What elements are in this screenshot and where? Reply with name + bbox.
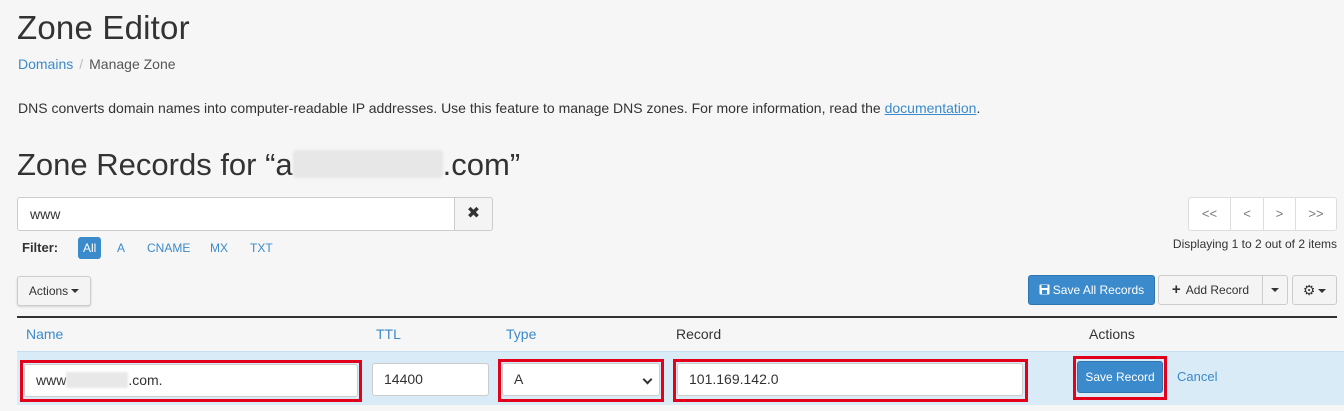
settings-dropdown-button[interactable]: ⚙ (1292, 275, 1337, 305)
breadcrumb-current: Manage Zone (89, 56, 176, 72)
breadcrumb-separator: / (79, 56, 84, 72)
zone-heading-end: .com” (442, 147, 521, 182)
ttl-input[interactable]: 14400 (372, 363, 489, 396)
save-record-button[interactable]: Save Record (1077, 361, 1163, 393)
clear-search-button[interactable]: ✖ (454, 197, 493, 231)
table-header-divider (17, 316, 1337, 318)
first-page-button[interactable]: << (1188, 197, 1231, 231)
save-all-label: Save All Records (1052, 283, 1145, 297)
redacted-domain (292, 150, 443, 178)
next-page-button[interactable]: > (1263, 197, 1296, 231)
record-name-input[interactable]: www .com. (24, 364, 358, 397)
zone-heading-start: Zone Records for “a (17, 147, 293, 182)
record-type-value: A (514, 371, 524, 387)
search-input[interactable]: www (17, 197, 455, 231)
add-record-button[interactable]: + Add Record (1158, 275, 1263, 305)
page-description: DNS converts domain names into computer-… (18, 99, 980, 117)
breadcrumb: Domains / Manage Zone (18, 55, 176, 73)
record-type-select[interactable]: A (502, 363, 660, 396)
zone-records-heading: Zone Records for “a .com” (17, 145, 520, 185)
caret-down-icon (1271, 288, 1279, 292)
filter-all[interactable]: All (78, 237, 102, 259)
column-header-record: Record (676, 326, 722, 342)
column-header-ttl[interactable]: TTL (376, 325, 401, 343)
column-header-actions: Actions (1089, 326, 1135, 342)
column-header-type[interactable]: Type (506, 325, 536, 343)
description-end: . (976, 100, 981, 116)
display-count: Displaying 1 to 2 out of 2 items (1172, 237, 1337, 251)
caret-down-icon (1318, 289, 1327, 293)
page-bottom-edge (0, 405, 1344, 411)
filter-cname[interactable]: CNAME (142, 237, 195, 259)
chevron-down-icon (642, 374, 653, 385)
caret-down-icon (71, 289, 80, 293)
page-title: Zone Editor (17, 9, 190, 46)
redacted-domain (66, 372, 129, 388)
description-text: DNS converts domain names into computer-… (18, 100, 885, 116)
filter-a[interactable]: A (112, 237, 130, 259)
actions-label: Actions (28, 284, 69, 298)
close-icon: ✖ (466, 205, 481, 222)
filter-mx[interactable]: MX (205, 237, 233, 259)
add-record-dropdown-toggle[interactable] (1262, 275, 1288, 305)
last-page-button[interactable]: >> (1295, 197, 1337, 231)
documentation-link[interactable]: documentation (885, 100, 977, 116)
gear-icon: ⚙ (1302, 282, 1316, 298)
save-icon (1039, 284, 1050, 295)
plus-icon: + (1171, 281, 1181, 298)
add-record-label: Add Record (1185, 283, 1250, 297)
prev-page-button[interactable]: < (1230, 197, 1264, 231)
filter-label: Filter: (22, 240, 59, 255)
save-all-records-button[interactable]: Save All Records (1028, 275, 1155, 305)
filter-txt[interactable]: TXT (245, 237, 278, 259)
record-name-suffix: .com. (128, 372, 163, 388)
column-header-name[interactable]: Name (26, 325, 63, 343)
record-name-prefix: www (36, 372, 67, 388)
record-value-input[interactable]: 101.169.142.0 (677, 363, 1023, 396)
cancel-link[interactable]: Cancel (1177, 369, 1217, 385)
actions-dropdown-button[interactable]: Actions (17, 276, 91, 306)
breadcrumb-domains-link[interactable]: Domains (18, 56, 73, 72)
